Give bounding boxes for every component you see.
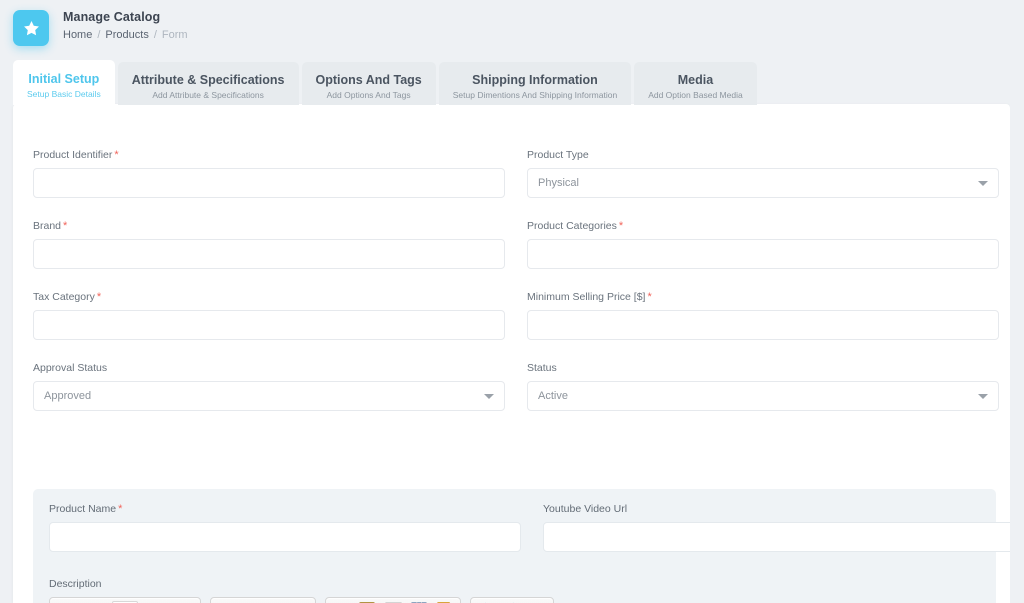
tab-title: Options And Tags [316, 72, 422, 88]
field-approval-status: Approval Status [33, 362, 505, 411]
required-asterisk: * [63, 220, 67, 232]
text-highlight-color-icon[interactable]: A [138, 599, 158, 603]
field-label: Product Categories* [527, 220, 999, 233]
required-asterisk: * [97, 291, 101, 303]
page-right-gutter [1010, 0, 1024, 603]
field-status: Status [527, 362, 999, 411]
field-label: Youtube Video Url [543, 503, 1010, 516]
toolbar-group-text-format: B I U A A [49, 597, 201, 603]
redo-icon[interactable] [499, 599, 525, 603]
insert-table-icon[interactable] [406, 599, 432, 603]
field-product-type: Product Type [527, 149, 999, 198]
description-editor: Description B I U A A [49, 578, 980, 603]
field-label: Status [527, 362, 999, 375]
field-label: Product Name* [49, 503, 521, 516]
field-label: Tax Category* [33, 291, 505, 304]
header-text-block: Manage Catalog Home / Products / Form [63, 8, 188, 42]
italic-icon[interactable]: I [72, 599, 92, 603]
tab-subtitle: Setup Basic Details [27, 88, 101, 100]
insert-image-icon[interactable] [354, 599, 380, 603]
field-minimum-selling-price: Minimum Selling Price [$]* [527, 291, 999, 340]
undo-icon[interactable] [473, 599, 499, 603]
product-type-select[interactable] [527, 168, 999, 198]
field-label: Product Type [527, 149, 999, 162]
minimum-selling-price-input[interactable] [527, 310, 999, 340]
form-grid: Product Identifier* Product Type Brand* … [13, 104, 1010, 433]
toolbar-group-lists-align: 1 2 3 [210, 597, 316, 603]
approval-status-select-wrap [33, 381, 505, 411]
field-label: Minimum Selling Price [$]* [527, 291, 999, 304]
youtube-video-url-input[interactable] [543, 522, 1010, 552]
insert-youtube-video-icon[interactable]: You Tube [380, 599, 406, 603]
toolbar-group-history: <> html [470, 597, 554, 603]
field-label: Brand* [33, 220, 505, 233]
field-label: Product Identifier* [33, 149, 505, 162]
tab-subtitle: Add Attribute & Specifications [132, 89, 285, 101]
tab-subtitle: Add Options And Tags [316, 89, 422, 101]
required-asterisk: * [647, 291, 651, 303]
align-left-icon[interactable] [253, 599, 273, 603]
align-right-icon[interactable] [293, 599, 313, 603]
html-source-icon[interactable]: <> html [525, 599, 551, 603]
brand-input[interactable] [33, 239, 505, 269]
insert-link-icon[interactable] [328, 599, 354, 603]
form-card: Product Identifier* Product Type Brand* … [13, 104, 1010, 603]
align-center-icon[interactable] [273, 599, 293, 603]
tab-options-and-tags[interactable]: Options And Tags Add Options And Tags [302, 62, 436, 105]
insert-form-icon[interactable] [432, 599, 458, 603]
field-product-identifier: Product Identifier* [33, 149, 505, 198]
breadcrumb: Home / Products / Form [63, 29, 188, 42]
tab-title: Media [648, 72, 743, 88]
product-type-select-wrap [527, 168, 999, 198]
tab-title: Initial Setup [27, 71, 101, 87]
field-label: Approval Status [33, 362, 505, 375]
status-select-wrap [527, 381, 999, 411]
tab-shipping-information[interactable]: Shipping Information Setup Dimentions An… [439, 62, 631, 105]
text-style-icon[interactable]: T [158, 599, 178, 603]
page-title: Manage Catalog [63, 10, 188, 25]
approval-status-select[interactable] [33, 381, 505, 411]
panel-top-row: Product Name* Youtube Video Url [49, 503, 980, 574]
tab-attribute-specifications[interactable]: Attribute & Specifications Add Attribute… [118, 62, 299, 105]
wizard-tabs: Initial Setup Setup Basic Details Attrib… [13, 62, 757, 105]
tab-title: Attribute & Specifications [132, 72, 285, 88]
star-icon [22, 19, 41, 38]
breadcrumb-item-home[interactable]: Home [63, 29, 92, 42]
field-product-name: Product Name* [49, 503, 521, 552]
editor-toolbar: B I U A A [49, 597, 980, 603]
tab-subtitle: Setup Dimentions And Shipping Informatio… [453, 89, 617, 101]
field-product-categories: Product Categories* [527, 220, 999, 269]
breadcrumb-separator: / [97, 29, 100, 42]
app-page: Manage Catalog Home / Products / Form In… [0, 0, 1024, 603]
tab-subtitle: Add Option Based Media [648, 89, 743, 101]
product-categories-input[interactable] [527, 239, 999, 269]
ordered-list-icon[interactable]: 1 2 3 [233, 599, 253, 603]
toolbar-group-insert: You Tube [325, 597, 461, 603]
field-brand: Brand* [33, 220, 505, 269]
page-header: Manage Catalog Home / Products / Form [0, 0, 1024, 56]
field-youtube-video-url: Youtube Video Url [543, 503, 1010, 552]
tax-category-input[interactable] [33, 310, 505, 340]
breadcrumb-item-form: Form [162, 29, 188, 42]
remove-format-eraser-icon[interactable] [178, 599, 198, 603]
product-identifier-input[interactable] [33, 168, 505, 198]
required-asterisk: * [118, 503, 122, 515]
required-asterisk: * [114, 149, 118, 161]
breadcrumb-item-products[interactable]: Products [105, 29, 148, 42]
tab-title: Shipping Information [453, 72, 617, 88]
underline-icon[interactable]: U [92, 599, 112, 603]
field-tax-category: Tax Category* [33, 291, 505, 340]
product-name-input[interactable] [49, 522, 521, 552]
unordered-list-icon[interactable] [213, 599, 233, 603]
content-panel: Product Name* Youtube Video Url Descript… [33, 489, 996, 603]
app-logo [13, 10, 49, 46]
tab-initial-setup[interactable]: Initial Setup Setup Basic Details [13, 60, 115, 105]
bold-icon[interactable]: B [52, 599, 72, 603]
status-select[interactable] [527, 381, 999, 411]
field-label: Description [49, 578, 980, 591]
tab-media[interactable]: Media Add Option Based Media [634, 62, 757, 105]
breadcrumb-separator: / [154, 29, 157, 42]
required-asterisk: * [619, 220, 623, 232]
